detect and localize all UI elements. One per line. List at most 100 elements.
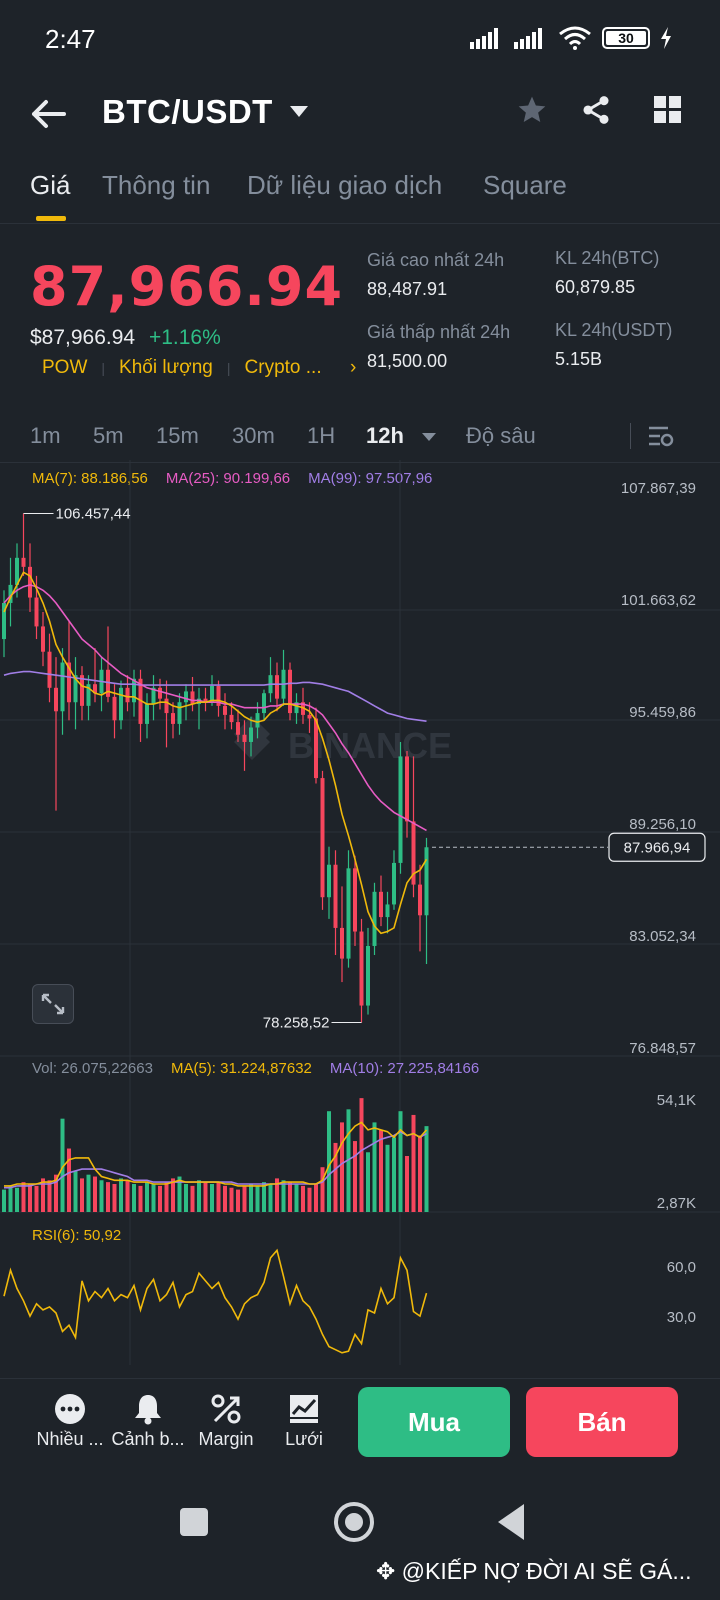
- tag-crypto[interactable]: Crypto ...: [245, 357, 322, 379]
- price-axis-label: 95.459,86: [629, 704, 696, 721]
- more-label: Nhiều ...: [36, 1429, 104, 1449]
- volume-bar: [411, 1114, 416, 1212]
- current-price-label: 87.966,94: [624, 839, 691, 856]
- sell-button[interactable]: Bán: [526, 1387, 678, 1457]
- back-arrow-icon[interactable]: [30, 96, 70, 132]
- volume-bar: [424, 1126, 429, 1212]
- system-nav-bar: ✥ @KIẾP NỢ ĐỜI AI SẼ GÁ...: [0, 1480, 720, 1600]
- volume-bar: [307, 1187, 312, 1212]
- last-price: 87,966.94: [30, 255, 344, 318]
- header: BTC/USDT: [0, 80, 720, 146]
- fullscreen-button[interactable]: [32, 984, 74, 1024]
- volume-bar: [385, 1144, 390, 1212]
- candle-body: [28, 566, 32, 598]
- candle-body: [145, 704, 149, 724]
- binance-logo-icon: ✥: [376, 1558, 396, 1584]
- price-usd: $87,966.94: [30, 326, 136, 349]
- volume-bar: [119, 1178, 123, 1212]
- tab-price[interactable]: Giá: [30, 170, 70, 201]
- volume-axis-label: 2,87K: [657, 1195, 696, 1212]
- candle-body: [366, 945, 370, 1006]
- interval-30m[interactable]: 30m: [232, 423, 275, 449]
- rsi-value: RSI(6): 50,92: [32, 1227, 122, 1244]
- grid-trading-button[interactable]: Lưới: [264, 1389, 344, 1450]
- candle-body: [47, 651, 52, 688]
- volume-axis-label: 54,1K: [657, 1092, 696, 1109]
- low-marker: 78.258,52: [263, 1015, 330, 1032]
- interval-1m[interactable]: 1m: [30, 423, 61, 449]
- watermark-caption: ✥ @KIẾP NỢ ĐỜI AI SẼ GÁ...: [376, 1558, 692, 1585]
- candle-body: [314, 718, 318, 779]
- tab-trading-data[interactable]: Dữ liệu giao dịch: [247, 170, 442, 201]
- more-button[interactable]: Nhiều ...: [30, 1389, 110, 1450]
- volume-bar: [392, 1137, 396, 1212]
- volume-bar: [28, 1184, 32, 1212]
- volume-bar: [340, 1122, 344, 1212]
- expand-icon: [41, 993, 65, 1015]
- chevron-down-icon[interactable]: [422, 433, 436, 442]
- volume-bar: [216, 1182, 221, 1212]
- grid-icon[interactable]: [654, 96, 682, 124]
- signal-icon-2: [514, 28, 542, 49]
- depth-tab[interactable]: Độ sâu: [466, 423, 536, 449]
- pair-title[interactable]: BTC/USDT: [102, 93, 273, 131]
- battery-icon: 30: [602, 27, 650, 49]
- volume-bar: [288, 1182, 292, 1212]
- volume-bar: [249, 1184, 253, 1212]
- volume-bar: [145, 1182, 149, 1212]
- chevron-right-icon[interactable]: ›: [350, 357, 356, 379]
- volume-bar: [236, 1189, 240, 1212]
- interval-12h[interactable]: 12h: [366, 423, 404, 449]
- volume-bar: [158, 1185, 162, 1212]
- price-axis-label: 107.867,39: [621, 480, 696, 497]
- home-button[interactable]: [334, 1502, 374, 1542]
- share-icon[interactable]: [580, 94, 612, 126]
- charging-icon: [661, 27, 671, 49]
- ma25-line: [3, 584, 427, 832]
- alert-label: Cảnh b...: [111, 1429, 185, 1449]
- buy-button[interactable]: Mua: [358, 1387, 510, 1457]
- price-axis-label: 83.052,34: [629, 928, 696, 945]
- candle-body: [164, 698, 169, 714]
- chart-settings-icon[interactable]: [648, 425, 674, 449]
- tab-square[interactable]: Square: [483, 170, 567, 201]
- candles-layer: [2, 513, 429, 1023]
- volume-bar: [353, 1141, 357, 1212]
- candle-body: [424, 847, 429, 916]
- volume-value: Vol: 26.075,22663: [32, 1060, 153, 1077]
- star-icon[interactable]: [516, 94, 548, 126]
- volume-bar: [47, 1180, 52, 1212]
- candle-body: [158, 687, 162, 699]
- candle-body: [190, 691, 195, 705]
- interval-1h[interactable]: 1H: [307, 423, 335, 449]
- volume-bar: [242, 1185, 247, 1212]
- volume-bar: [80, 1178, 84, 1212]
- recents-button[interactable]: [180, 1508, 208, 1536]
- tab-info[interactable]: Thông tin: [102, 170, 210, 201]
- volume-legend: Vol: 26.075,22663 MA(5): 31.224,87632 MA…: [32, 1060, 479, 1077]
- interval-5m[interactable]: 5m: [93, 423, 124, 449]
- tag-pow[interactable]: POW: [42, 357, 87, 379]
- volume-bar: [112, 1184, 117, 1212]
- interval-15m[interactable]: 15m: [156, 423, 199, 449]
- tab-bar: Giá Thông tin Dữ liệu giao dịch Square: [0, 160, 720, 224]
- volume-bar: [34, 1185, 39, 1212]
- candle-body: [262, 693, 266, 714]
- volume-bar: [223, 1185, 227, 1212]
- bottom-toolbar: Nhiều ... Cảnh b... Margin Lưới Mua Bán: [0, 1378, 720, 1478]
- candle-body: [132, 678, 136, 703]
- margin-button[interactable]: Margin: [186, 1389, 266, 1450]
- chevron-down-icon[interactable]: [290, 106, 308, 118]
- candle-body: [320, 778, 325, 898]
- margin-label: Margin: [198, 1429, 254, 1449]
- candle-body: [398, 756, 403, 863]
- alert-button[interactable]: Cảnh b...: [108, 1389, 188, 1450]
- tag-row: POW | Khối lượng | Crypto ...: [42, 357, 322, 379]
- tag-volume[interactable]: Khối lượng: [119, 357, 213, 379]
- candle-body: [379, 891, 383, 918]
- signal-icon: [470, 28, 498, 49]
- system-back-button[interactable]: [498, 1504, 524, 1540]
- candle-body: [249, 727, 253, 742]
- volume-bar: [190, 1185, 195, 1212]
- volume-bar: [93, 1176, 97, 1212]
